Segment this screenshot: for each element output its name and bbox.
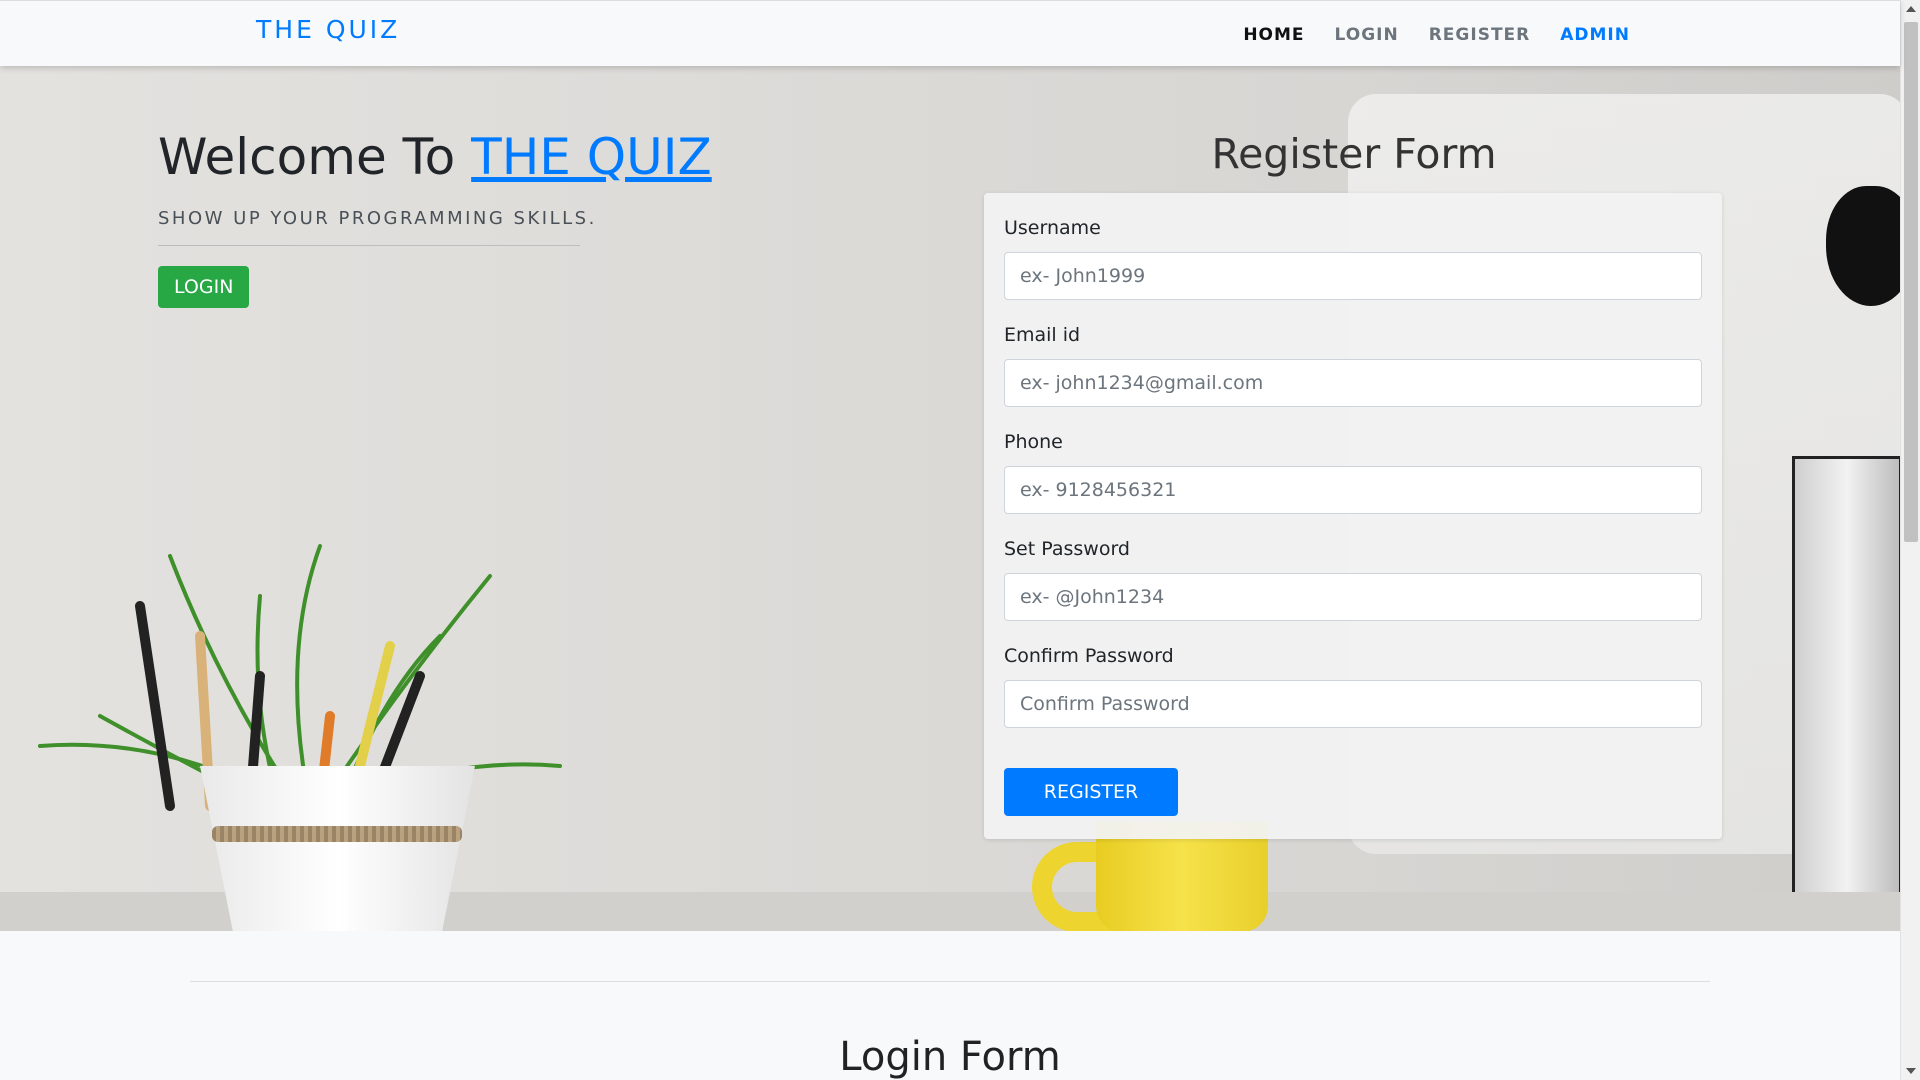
hero-divider [158,245,580,246]
scroll-up-arrow-icon[interactable] [1906,6,1916,12]
username-label: Username [1004,217,1101,239]
monitor-stand-image [1792,456,1900,926]
login-form-title: Login Form [839,1034,1061,1080]
phone-input[interactable] [1004,466,1702,514]
welcome-quiz-link[interactable]: THE QUIZ [471,128,712,186]
hero-section: Welcome To THE QUIZ SHOW UP YOUR PROGRAM… [0,66,1900,931]
white-pot-image [200,766,475,931]
username-group: Username [1004,217,1702,300]
nav-admin[interactable]: ADMIN [1560,25,1630,45]
welcome-heading: Welcome To THE QUIZ [158,128,712,186]
email-input[interactable] [1004,359,1702,407]
navbar: THE QUIZ HOME LOGIN REGISTER ADMIN [0,0,1900,66]
nav-home[interactable]: HOME [1243,25,1304,45]
phone-group: Phone [1004,431,1702,514]
password-group: Set Password [1004,538,1702,621]
username-input[interactable] [1004,252,1702,300]
welcome-prefix: Welcome To [158,128,456,186]
scrollbar-thumb[interactable] [1904,22,1918,542]
brand-link[interactable]: THE QUIZ [256,15,400,44]
hero-tagline: SHOW UP YOUR PROGRAMMING SKILLS. [158,208,597,229]
register-button[interactable]: REGISTER [1004,768,1178,816]
confirm-password-input[interactable] [1004,680,1702,728]
confirm-password-group: Confirm Password [1004,645,1702,728]
password-label: Set Password [1004,538,1130,560]
page-scrollbar[interactable] [1900,0,1920,1080]
phone-label: Phone [1004,431,1063,453]
section-divider [190,981,1710,982]
register-form-title: Register Form [1211,130,1497,178]
scroll-down-arrow-icon[interactable] [1906,1068,1916,1074]
nav-login[interactable]: LOGIN [1335,25,1399,45]
hero-intro: Welcome To THE QUIZ SHOW UP YOUR PROGRAM… [158,128,712,308]
hero-login-button[interactable]: LOGIN [158,266,250,308]
password-input[interactable] [1004,573,1702,621]
nav-register[interactable]: REGISTER [1429,25,1531,45]
email-label: Email id [1004,324,1081,346]
nav-menu: HOME LOGIN REGISTER ADMIN [1243,25,1630,45]
register-form: Username Email id Phone Set Password Con… [984,193,1722,839]
pot-twine-image [212,826,462,842]
confirm-password-label: Confirm Password [1004,645,1174,667]
email-group: Email id [1004,324,1702,407]
